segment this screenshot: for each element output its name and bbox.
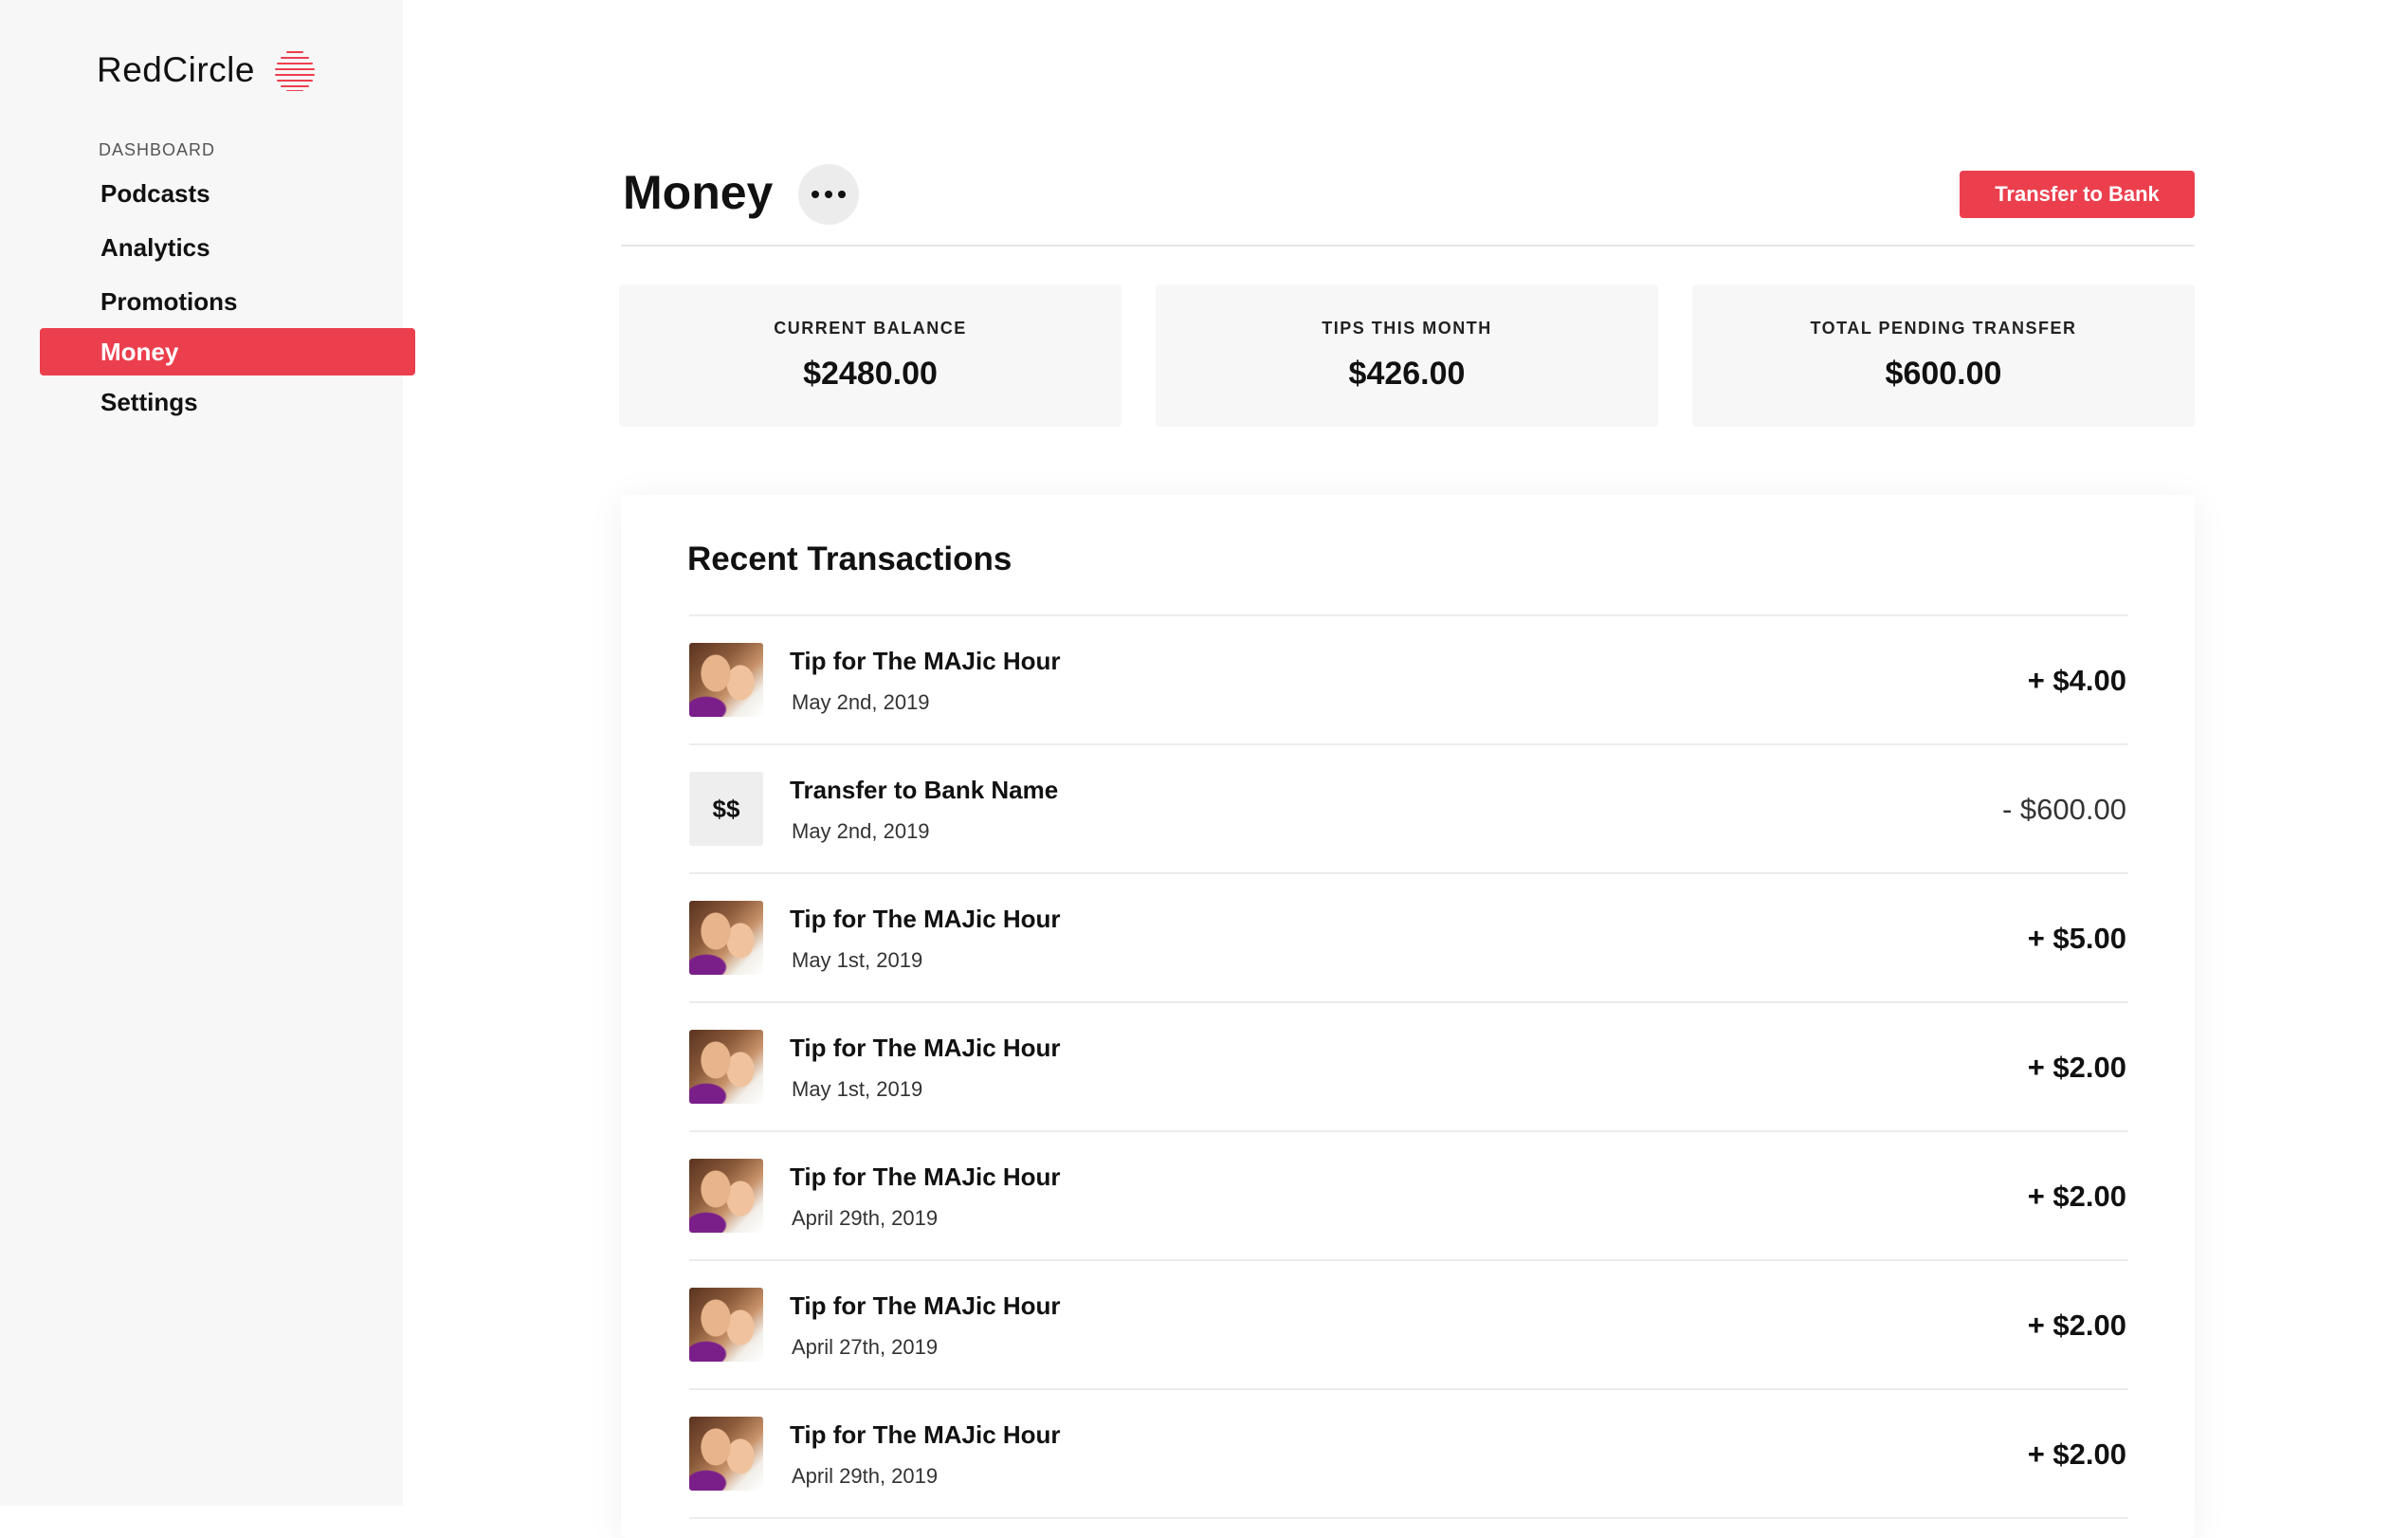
podcast-cover-thumbnail xyxy=(689,1417,763,1491)
sidebar-item-promotions[interactable]: Promotions xyxy=(40,279,415,324)
transaction-amount: - $600.00 xyxy=(2002,793,2126,826)
sidebar-item-podcasts[interactable]: Podcasts xyxy=(40,171,415,216)
transaction-name: Tip for The MAJic Hour xyxy=(790,1291,1061,1320)
transaction-row[interactable]: Tip for The MAJic Hour May 2nd, 2019 + $… xyxy=(689,616,2128,745)
bank-transfer-icon: $$ xyxy=(689,772,763,846)
transaction-date: April 29th, 2019 xyxy=(792,1464,939,1488)
transaction-amount: + $4.00 xyxy=(2027,664,2126,697)
transaction-amount: + $2.00 xyxy=(2027,1180,2126,1213)
transaction-list: Tip for The MAJic Hour May 2nd, 2019 + $… xyxy=(689,614,2128,1519)
stat-card-tips-this-month: TIPS THIS MONTH $426.00 xyxy=(1156,284,1658,427)
transaction-amount: + $5.00 xyxy=(2027,922,2126,955)
sidebar-item-settings[interactable]: Settings xyxy=(40,379,415,425)
transaction-date: May 2nd, 2019 xyxy=(792,819,930,843)
brand-name: RedCircle xyxy=(97,50,255,89)
transaction-name: Tip for The MAJic Hour xyxy=(790,647,1061,675)
transaction-name: Tip for The MAJic Hour xyxy=(790,1420,1061,1449)
stat-card-current-balance: CURRENT BALANCE $2480.00 xyxy=(619,284,1122,427)
stat-value: $600.00 xyxy=(1885,356,2002,392)
main-content: Money Transfer to Bank CURRENT BALANCE $… xyxy=(403,0,2408,1538)
podcast-cover-thumbnail xyxy=(689,1030,763,1104)
podcast-cover-thumbnail xyxy=(689,1159,763,1233)
stats-row: CURRENT BALANCE $2480.00 TIPS THIS MONTH… xyxy=(619,284,2195,427)
stat-label: TOTAL PENDING TRANSFER xyxy=(1810,319,2077,338)
podcast-cover-thumbnail xyxy=(689,643,763,717)
transaction-date: April 27th, 2019 xyxy=(792,1335,939,1359)
sidebar-item-money[interactable]: Money xyxy=(40,328,415,375)
podcast-cover-thumbnail xyxy=(689,1288,763,1362)
transaction-date: May 1st, 2019 xyxy=(792,1077,923,1101)
more-horizontal-icon xyxy=(825,191,832,198)
sidebar-nav: Podcasts Analytics Promotions Money Sett… xyxy=(40,171,415,433)
transaction-row[interactable]: Tip for The MAJic Hour April 27th, 2019 … xyxy=(689,1261,2128,1390)
transaction-row[interactable]: $$ Transfer to Bank Name May 2nd, 2019 -… xyxy=(689,745,2128,874)
transaction-date: April 29th, 2019 xyxy=(792,1206,939,1230)
transaction-date: May 2nd, 2019 xyxy=(792,690,930,714)
transaction-row[interactable]: Tip for The MAJic Hour May 1st, 2019 + $… xyxy=(689,1003,2128,1132)
transaction-name: Tip for The MAJic Hour xyxy=(790,1034,1061,1062)
transaction-date: May 1st, 2019 xyxy=(792,948,923,972)
transaction-row[interactable]: Tip for The MAJic Hour April 29th, 2019 … xyxy=(689,1132,2128,1261)
stat-label: TIPS THIS MONTH xyxy=(1322,319,1492,338)
page-title: Money xyxy=(623,166,774,219)
nav-section-label: DASHBOARD xyxy=(99,140,216,159)
brand[interactable]: RedCircle xyxy=(97,49,316,91)
transaction-name: Tip for The MAJic Hour xyxy=(790,1163,1061,1191)
recent-transactions-card: Recent Transactions Tip for The MAJic Ho… xyxy=(621,495,2195,1538)
more-horizontal-icon xyxy=(812,191,819,198)
transaction-amount: + $2.00 xyxy=(2027,1051,2126,1084)
sidebar: RedCircle DASHBOARD Podcasts Analytics P… xyxy=(0,0,415,1506)
transaction-amount: + $2.00 xyxy=(2027,1437,2126,1471)
transaction-name: Tip for The MAJic Hour xyxy=(790,905,1061,933)
transaction-amount: + $2.00 xyxy=(2027,1309,2126,1342)
stat-value: $426.00 xyxy=(1348,356,1466,392)
transaction-row[interactable]: Tip for The MAJic Hour April 29th, 2019 … xyxy=(689,1390,2128,1519)
podcast-cover-thumbnail xyxy=(689,901,763,975)
page-header: Money Transfer to Bank xyxy=(621,161,2195,247)
transfer-to-bank-button[interactable]: Transfer to Bank xyxy=(1960,171,2195,218)
redcircle-logo-icon xyxy=(274,51,315,91)
stat-value: $2480.00 xyxy=(803,356,938,392)
transaction-name: Transfer to Bank Name xyxy=(790,776,1059,804)
transaction-row[interactable]: Tip for The MAJic Hour May 1st, 2019 + $… xyxy=(689,874,2128,1003)
more-horizontal-icon xyxy=(838,191,846,198)
more-options-button[interactable] xyxy=(798,164,859,225)
stat-label: CURRENT BALANCE xyxy=(774,319,967,338)
section-title: Recent Transactions xyxy=(687,540,1012,577)
stat-card-total-pending-transfer: TOTAL PENDING TRANSFER $600.00 xyxy=(1692,284,2195,427)
sidebar-item-analytics[interactable]: Analytics xyxy=(40,225,415,270)
